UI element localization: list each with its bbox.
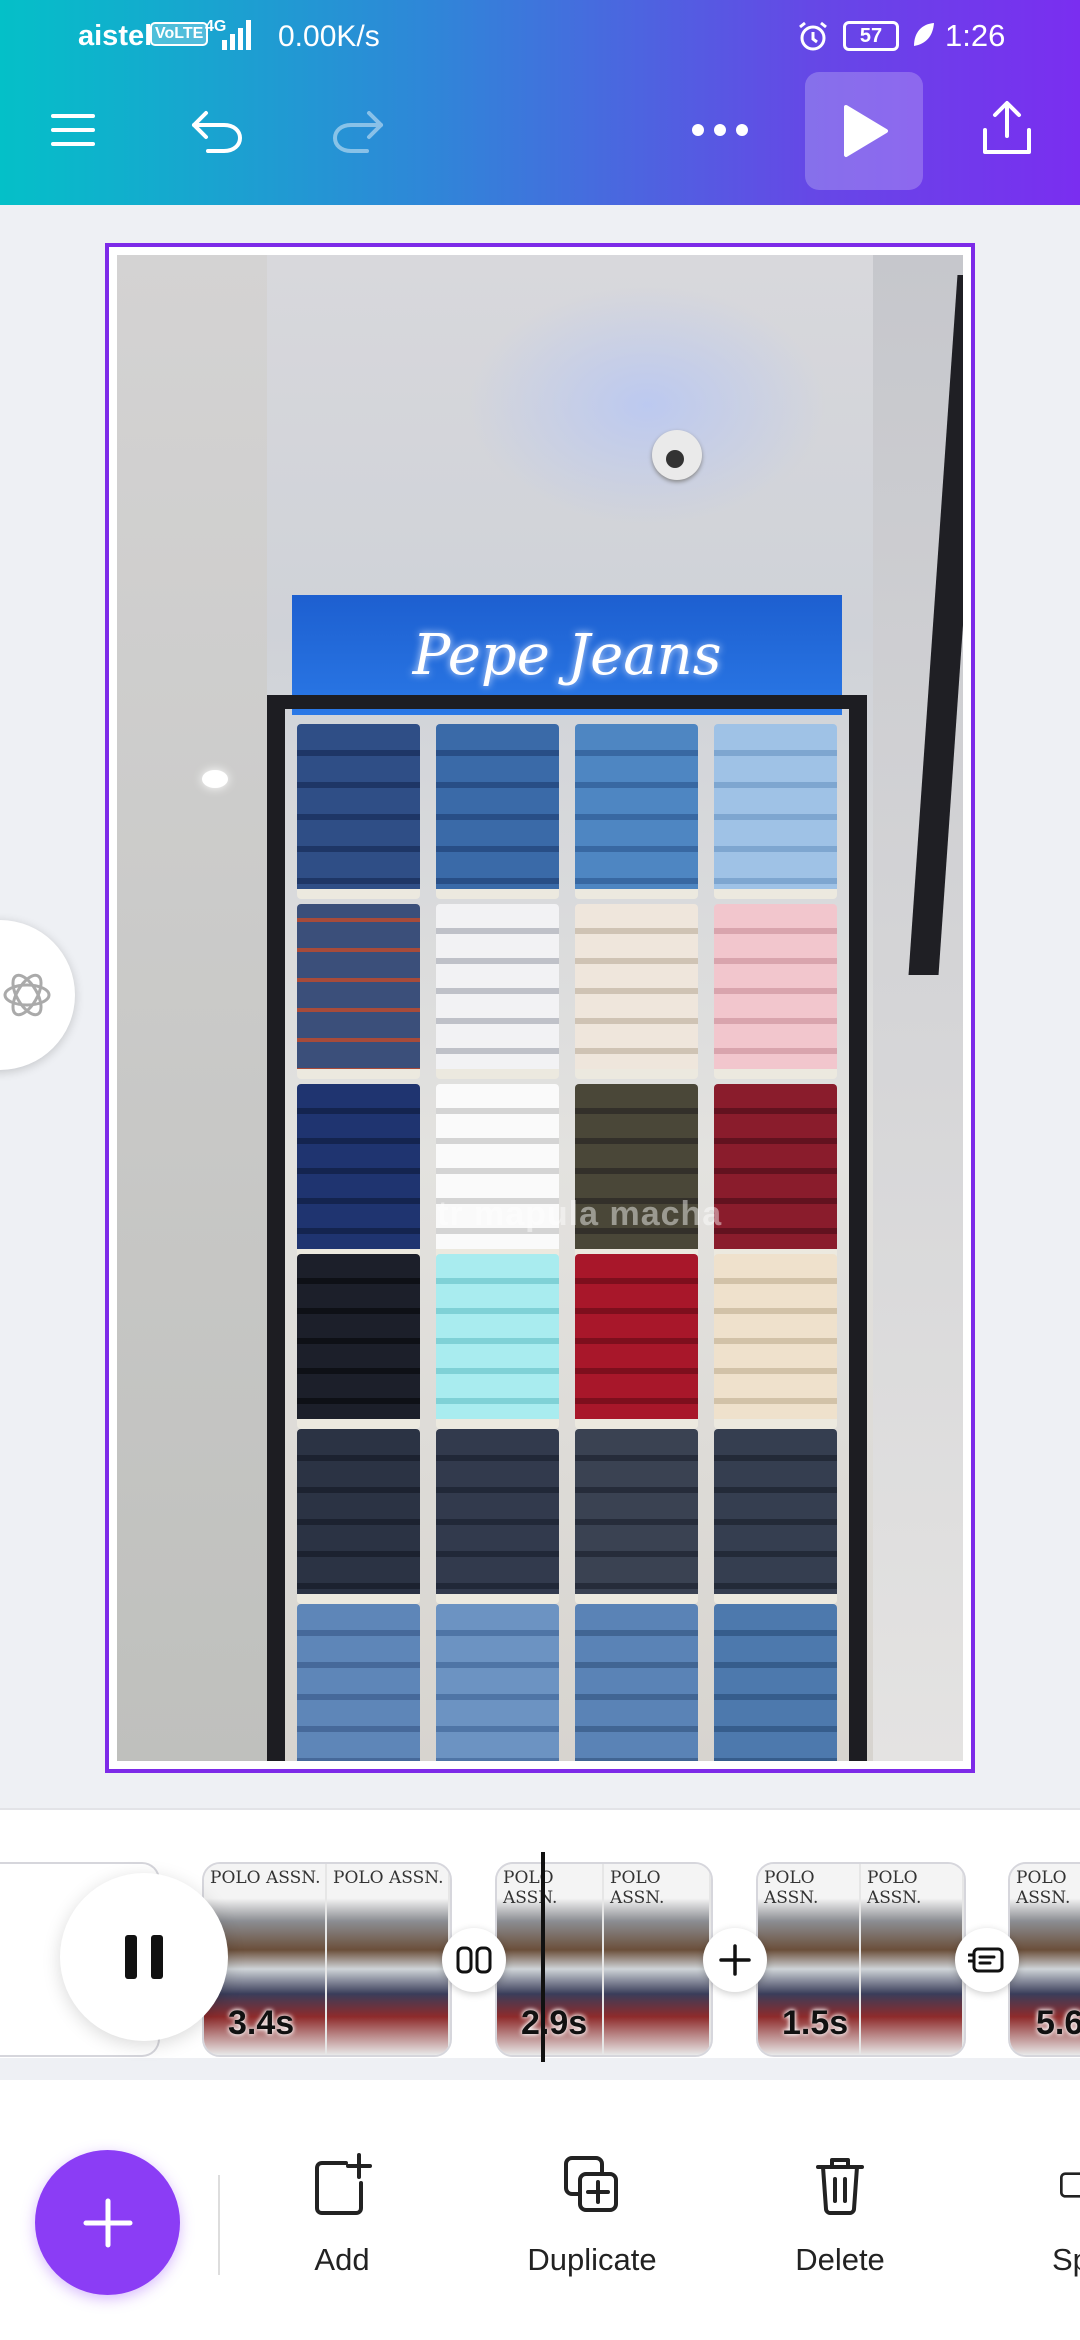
transition-icon [456, 1946, 492, 1974]
clip-duration: 1.5s [782, 2004, 849, 2042]
wall-light [202, 770, 228, 788]
split-button[interactable]: Sp [1000, 2150, 1080, 2278]
plus-icon [719, 1944, 751, 1976]
timeline-playhead[interactable] [541, 1852, 545, 2062]
share-icon[interactable] [972, 93, 1042, 163]
add-element-fab[interactable] [35, 2150, 180, 2295]
volte-badge: VoLTE [150, 22, 209, 46]
video-frame-image[interactable]: Pepe Jeans tr mapula macha [117, 255, 963, 1761]
shelf-row [285, 1254, 849, 1429]
add-transition-button[interactable] [703, 1928, 767, 1992]
battery-level: 57 [843, 21, 899, 51]
security-camera [652, 430, 702, 480]
play-icon [844, 105, 888, 157]
shelf-row [285, 724, 849, 899]
clip-duration: 2.9s [521, 2004, 588, 2042]
pause-icon [125, 1935, 137, 1979]
alarm-icon [799, 21, 827, 51]
add-label: Add [314, 2242, 370, 2277]
timeline-clip[interactable]: POLO ASSN. POLO ASSN. 2.9s [495, 1862, 713, 2057]
duplicate-label: Duplicate [527, 2242, 657, 2277]
shelf-row [285, 1604, 849, 1761]
split-icon [1060, 2172, 1080, 2198]
wall-left [117, 255, 267, 1761]
top-app-bar: aistel VoLTE 4G 0.00K/s 57 1:26 [0, 0, 1080, 205]
bottom-toolbar: Add Duplicate Delete Sp [0, 2080, 1080, 2340]
network-speed: 0.00K/s [278, 20, 380, 53]
more-icon[interactable] [685, 95, 755, 165]
play-button[interactable] [805, 72, 923, 190]
timeline-panel: POLO ASSN. POLO ASSN. 3.4s POLO ASSN. PO… [0, 1808, 1080, 2062]
ceiling-light-glow [467, 285, 827, 525]
redo-icon[interactable] [322, 95, 392, 165]
pause-button[interactable] [60, 1873, 228, 2041]
plus-icon [83, 2198, 132, 2247]
add-page-button[interactable]: Add [252, 2150, 432, 2278]
delete-label: Delete [795, 2242, 885, 2277]
design-canvas[interactable]: Pepe Jeans tr mapula macha [105, 243, 975, 1773]
ai-assistant-handle[interactable] [0, 920, 75, 1070]
duplicate-icon [564, 2156, 618, 2212]
openai-logo-icon [3, 973, 51, 1017]
status-bar: aistel VoLTE 4G 0.00K/s 57 1:26 [0, 0, 1080, 75]
timeline-clip[interactable]: POLO ASSN. POLO ASSN. 1.5s [756, 1862, 966, 2057]
clip-duration: 3.4s [228, 2004, 295, 2042]
delete-button[interactable]: Delete [750, 2150, 930, 2278]
shelf-row [285, 1429, 849, 1604]
trash-icon [816, 2158, 864, 2215]
clock-time: 1:26 [945, 18, 1006, 53]
duplicate-button[interactable]: Duplicate [502, 2150, 682, 2278]
signal-icon [222, 20, 251, 50]
video-watermark: tr mapula macha [437, 1195, 723, 1233]
clip-duration: 5.6 [1036, 2004, 1080, 2042]
shelf-row [285, 904, 849, 1079]
toolbar-divider [218, 2175, 220, 2275]
transition-card-icon [968, 1947, 1004, 1973]
battery-saver-icon [914, 23, 934, 46]
split-label: Sp [1052, 2242, 1080, 2277]
carrier-name: aistel [78, 20, 153, 52]
transition-option-button[interactable] [955, 1928, 1019, 1992]
undo-icon[interactable] [183, 95, 253, 165]
add-page-icon [315, 2153, 372, 2215]
menu-icon[interactable] [38, 95, 108, 165]
transition-button[interactable] [442, 1928, 506, 1992]
timeline-clip[interactable]: POLO ASSN. POLO ASSN. 3.4s [202, 1862, 452, 2057]
